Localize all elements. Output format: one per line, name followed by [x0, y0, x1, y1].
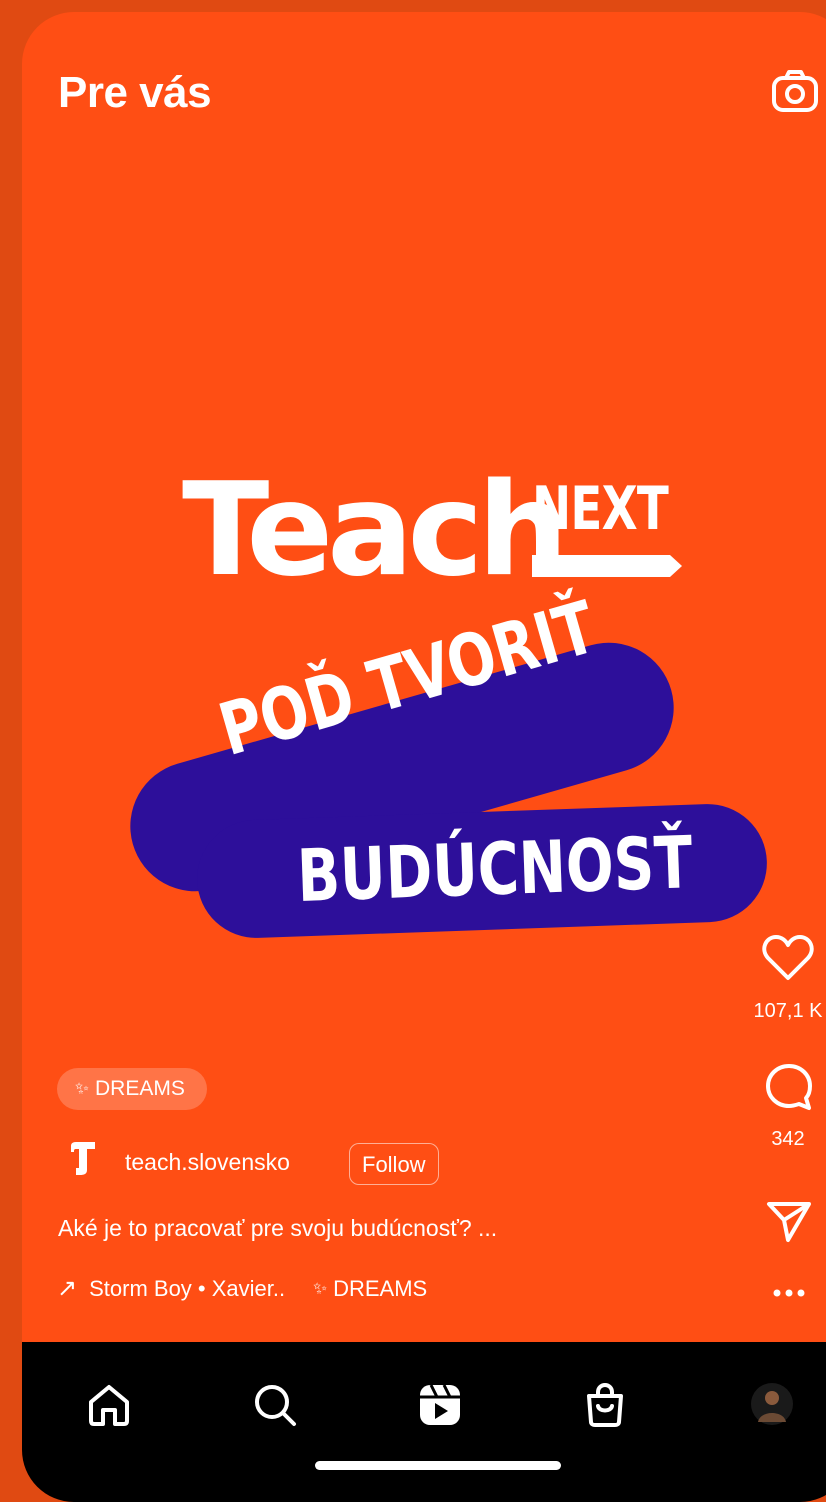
bottom-nav	[22, 1342, 826, 1502]
follow-button[interactable]: Follow	[349, 1143, 439, 1185]
audio-tag-label: DREAMS	[333, 1275, 428, 1301]
logo-arrow-bar	[532, 555, 682, 577]
tag-label: DREAMS	[95, 1077, 185, 1100]
reel-screen: Pre vás Teach NEXT POĎ TVORIŤ BUDÚCNOSŤ …	[22, 12, 826, 1502]
search-icon[interactable]	[252, 1382, 298, 1428]
reels-icon[interactable]	[417, 1382, 463, 1428]
sparkle-icon: ✨︎	[313, 1278, 328, 1298]
sparkle-icon: ✨︎	[75, 1079, 89, 1098]
profile-avatar[interactable]	[750, 1382, 794, 1426]
audio-track: Storm Boy • Xavier..	[89, 1275, 286, 1301]
comment-icon[interactable]	[764, 1062, 814, 1112]
share-icon[interactable]	[766, 1200, 812, 1244]
audio-tag[interactable]: ✨︎ DREAMS	[313, 1276, 427, 1302]
like-icon[interactable]	[762, 934, 814, 982]
home-indicator	[315, 1461, 561, 1470]
more-options-icon[interactable]	[772, 1288, 806, 1298]
account-logo-icon[interactable]	[68, 1140, 98, 1176]
arrow-up-right-icon: ↗	[57, 1275, 78, 1302]
dreams-tag-chip[interactable]: ✨︎ DREAMS	[57, 1068, 207, 1110]
shop-icon[interactable]	[583, 1382, 627, 1428]
camera-icon[interactable]	[770, 66, 820, 116]
headline-line-2: BUDÚCNOSŤ	[295, 820, 694, 918]
logo-next-text: NEXT	[532, 474, 669, 544]
page-title: Pre vás	[58, 68, 212, 117]
like-count: 107,1 K	[753, 1000, 823, 1022]
home-icon[interactable]	[86, 1382, 132, 1428]
logo-teach-text: Teach	[182, 456, 568, 605]
audio-info[interactable]: ↗ Storm Boy • Xavier.. ✨︎ DREAMS	[57, 1274, 427, 1303]
post-caption[interactable]: Aké je to pracovať pre svoju budúcnosť? …	[58, 1215, 497, 1242]
comment-count: 342	[771, 1128, 805, 1150]
account-name[interactable]: teach.slovensko	[125, 1149, 290, 1176]
teach-next-logo: Teach NEXT	[182, 467, 702, 607]
